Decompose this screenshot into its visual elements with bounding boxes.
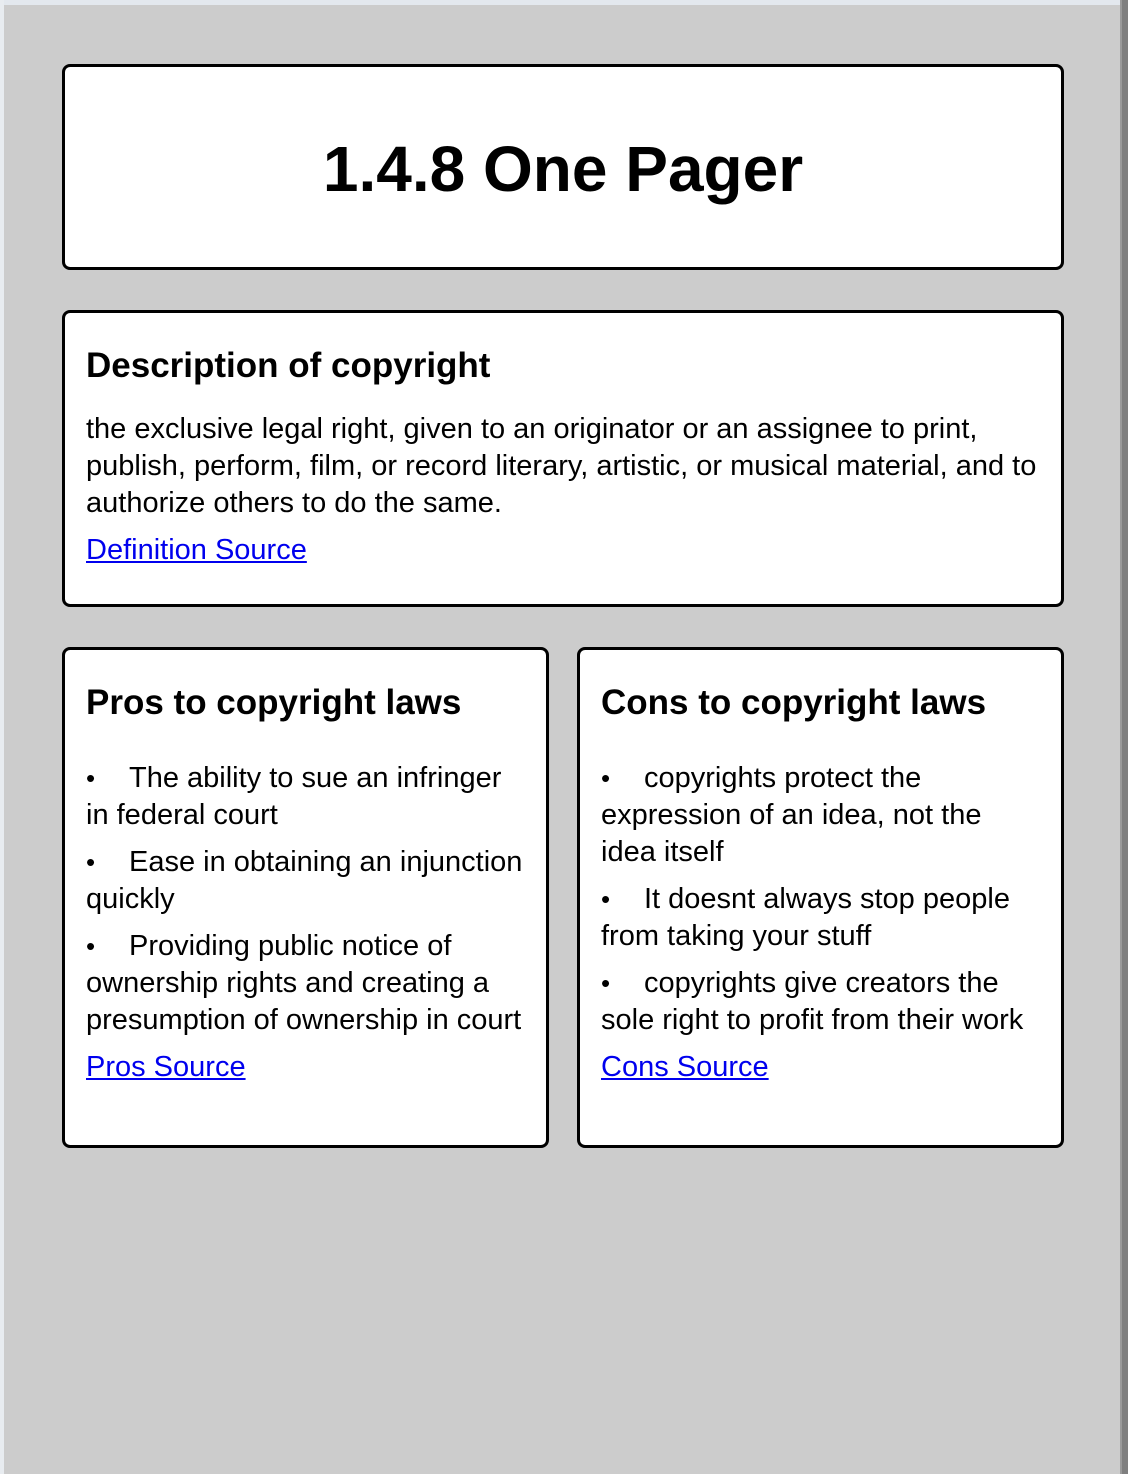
list-item: • It doesnt always stop people from takin…	[601, 881, 1043, 955]
title-card: 1.4.8 One Pager	[62, 64, 1064, 270]
description-heading: Description of copyright	[86, 346, 491, 385]
description-text: the exclusive legal right, given to an o…	[86, 413, 1037, 519]
bullet-icon: •	[86, 931, 96, 961]
cons-source-link[interactable]: Cons Source	[601, 1049, 1043, 1086]
page-title: 1.4.8 One Pager	[322, 133, 804, 205]
pros-source-link[interactable]: Pros Source	[86, 1049, 528, 1086]
pros-item-text: Ease in obtaining an injunction quickly	[86, 846, 523, 915]
cons-card: Cons to copyright laws • copyrights prote…	[577, 647, 1064, 1148]
bullet-icon: •	[601, 968, 611, 998]
cons-list: • copyrights protect the expression of an…	[601, 760, 1043, 1039]
cons-heading: Cons to copyright laws	[601, 683, 987, 722]
list-item: • The ability to sue an infringer in fede…	[86, 760, 528, 834]
bullet-icon: •	[86, 847, 96, 877]
cons-item-text: copyrights give creators the sole right …	[601, 967, 1024, 1036]
scrollbar-edge	[1120, 0, 1122, 1474]
window-left-edge	[0, 0, 4, 1474]
pros-heading: Pros to copyright laws	[86, 683, 462, 722]
list-item: • copyrights give creators the sole right…	[601, 965, 1043, 1039]
description-content: Description of copyright the exclusive l…	[86, 343, 1043, 569]
cons-item-text: copyrights protect the expression of an …	[601, 762, 982, 868]
pros-item-text: Providing public notice of ownership rig…	[86, 930, 522, 1036]
pros-card: Pros to copyright laws • The ability to s…	[62, 647, 549, 1148]
bullet-icon: •	[601, 884, 611, 914]
bullet-icon: •	[601, 763, 611, 793]
cons-content: Cons to copyright laws • copyrights prote…	[601, 680, 1043, 1086]
cons-item-text: It doesnt always stop people from taking…	[601, 883, 1010, 952]
list-item: • Providing public notice of ownership ri…	[86, 928, 528, 1039]
list-item: • Ease in obtaining an injunction quickly	[86, 844, 528, 918]
pros-list: • The ability to sue an infringer in fede…	[86, 760, 528, 1039]
window-top-edge	[0, 0, 1128, 5]
definition-source-link[interactable]: Definition Source	[86, 532, 1043, 569]
description-card: Description of copyright the exclusive l…	[62, 310, 1064, 607]
bullet-icon: •	[86, 763, 96, 793]
pros-item-text: The ability to sue an infringer in feder…	[86, 762, 502, 831]
list-item: • copyrights protect the expression of an…	[601, 760, 1043, 871]
pros-content: Pros to copyright laws • The ability to s…	[86, 680, 528, 1086]
